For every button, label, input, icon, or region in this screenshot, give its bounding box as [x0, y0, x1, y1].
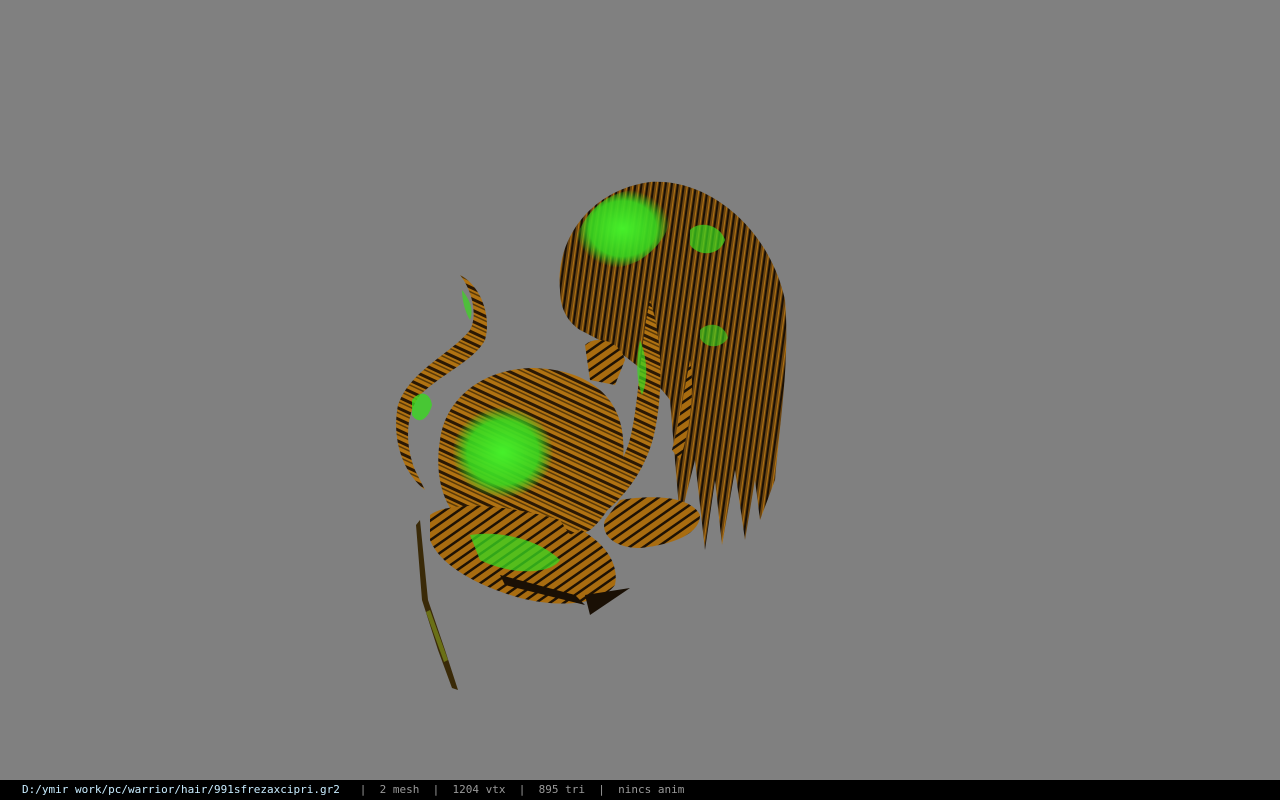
- 3d-viewport[interactable]: [0, 0, 1280, 780]
- animation-status: nincs anim: [618, 783, 685, 796]
- separator: |: [598, 783, 605, 796]
- status-bar: D:/ymir work/pc/warrior/hair/991sfrezaxc…: [0, 780, 1280, 800]
- file-path: D:/ymir work/pc/warrior/hair/991sfrezaxc…: [22, 783, 340, 796]
- hair-model-render: [396, 181, 787, 690]
- mesh-count: 2 mesh: [379, 783, 420, 796]
- triangle-count: 895 tri: [538, 783, 585, 796]
- vertex-count: 1204 vtx: [452, 783, 506, 796]
